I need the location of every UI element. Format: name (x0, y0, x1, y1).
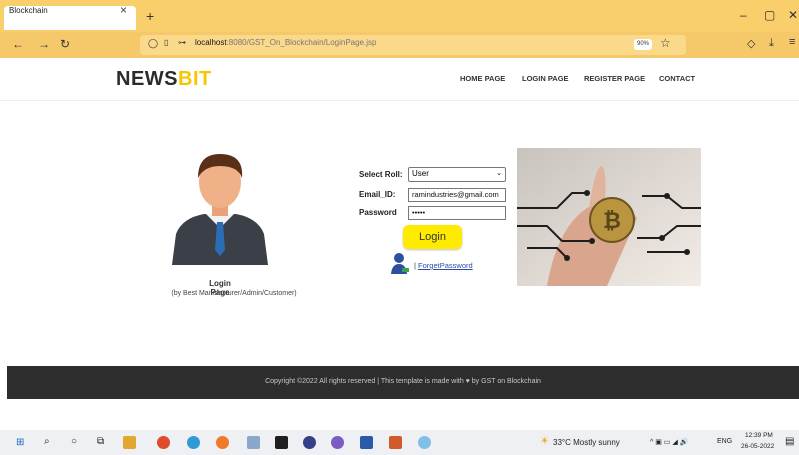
password-label: Password (359, 208, 397, 217)
file-explorer-icon[interactable] (123, 436, 136, 449)
cortana-icon[interactable]: ○ (71, 436, 77, 447)
bitcoin-hand-image: ₿ (517, 148, 701, 286)
app-icon-1[interactable] (247, 436, 260, 449)
tab-title: Blockchain (9, 6, 48, 15)
minimize-button[interactable]: – (740, 8, 747, 22)
nav-contact[interactable]: CONTACT (659, 74, 695, 83)
system-tray[interactable]: ^ ▣ ▭ ◢ 🔊 (650, 438, 688, 446)
app-icon-5[interactable] (389, 436, 402, 449)
firefox-icon[interactable] (216, 436, 229, 449)
pocket-icon[interactable]: ◇ (747, 37, 755, 50)
reload-icon[interactable]: ↻ (60, 37, 70, 51)
bookmark-star-icon[interactable]: ☆ (660, 36, 671, 50)
menu-icon[interactable]: ≡ (789, 36, 795, 48)
page-icon[interactable]: ▯ (164, 38, 168, 47)
svg-text:₿: ₿ (603, 209, 621, 234)
role-select[interactable]: User ⌄ (408, 167, 506, 182)
email-label: Email_ID: (359, 190, 396, 199)
weather-status[interactable]: 33°C Mostly sunny (553, 438, 620, 447)
clock-time[interactable]: 12:39 PM (745, 432, 773, 439)
role-label: Select Roll: (359, 170, 403, 179)
email-field[interactable]: ramindustries@gmail.com (408, 188, 506, 202)
chevron-down-icon: ⌄ (496, 170, 502, 177)
login-page-subcaption: (by Best Manufacturer/Admin/Customer) (171, 290, 297, 297)
chrome-icon[interactable] (157, 436, 170, 449)
weather-icon[interactable]: ☀ (540, 436, 549, 447)
person-icon (391, 253, 409, 274)
search-icon[interactable]: ⌕ (44, 436, 50, 447)
download-icon[interactable]: ⤓ (769, 37, 774, 50)
footer-copyright: Copyright ©2022 All rights reserved | Th… (265, 378, 541, 385)
nav-register-page[interactable]: REGISTER PAGE (584, 74, 645, 83)
app-icon-4[interactable] (331, 436, 344, 449)
task-view-icon[interactable]: ⧉ (97, 436, 104, 447)
password-field[interactable]: ••••• (408, 206, 506, 220)
start-icon[interactable]: ⊞ (16, 437, 24, 448)
word-icon[interactable] (360, 436, 373, 449)
notification-icon[interactable]: ▤ (785, 436, 794, 447)
back-icon[interactable]: ← (12, 37, 24, 51)
shield-icon[interactable]: ◯ (148, 38, 158, 49)
new-tab-button[interactable]: + (146, 8, 154, 24)
nav-login-page[interactable]: LOGIN PAGE (522, 74, 569, 83)
forward-icon[interactable]: → (38, 37, 50, 51)
edge-icon[interactable] (187, 436, 200, 449)
zoom-level[interactable]: 90% (634, 39, 652, 50)
clock-date[interactable]: 26-05-2022 (741, 443, 774, 450)
key-icon: ⊶ (178, 38, 186, 47)
close-window-button[interactable]: ✕ (788, 8, 798, 22)
app-icon-6[interactable] (418, 436, 431, 449)
url-text[interactable]: localhost:8080/GST_On_Blockchain/LoginPa… (195, 38, 376, 47)
maximize-button[interactable]: ▢ (764, 8, 775, 22)
nav-home-page[interactable]: HOME PAGE (460, 74, 505, 83)
app-icon-2[interactable] (275, 436, 288, 449)
login-button[interactable]: Login (403, 225, 462, 249)
user-avatar-image (172, 154, 268, 265)
forget-password-link[interactable]: | ForgetPassword (414, 261, 473, 270)
tab-close-icon[interactable]: × (120, 3, 127, 17)
site-logo[interactable]: NEWSBIT (116, 68, 212, 91)
app-icon-3[interactable] (303, 436, 316, 449)
language-indicator[interactable]: ENG (717, 438, 732, 445)
